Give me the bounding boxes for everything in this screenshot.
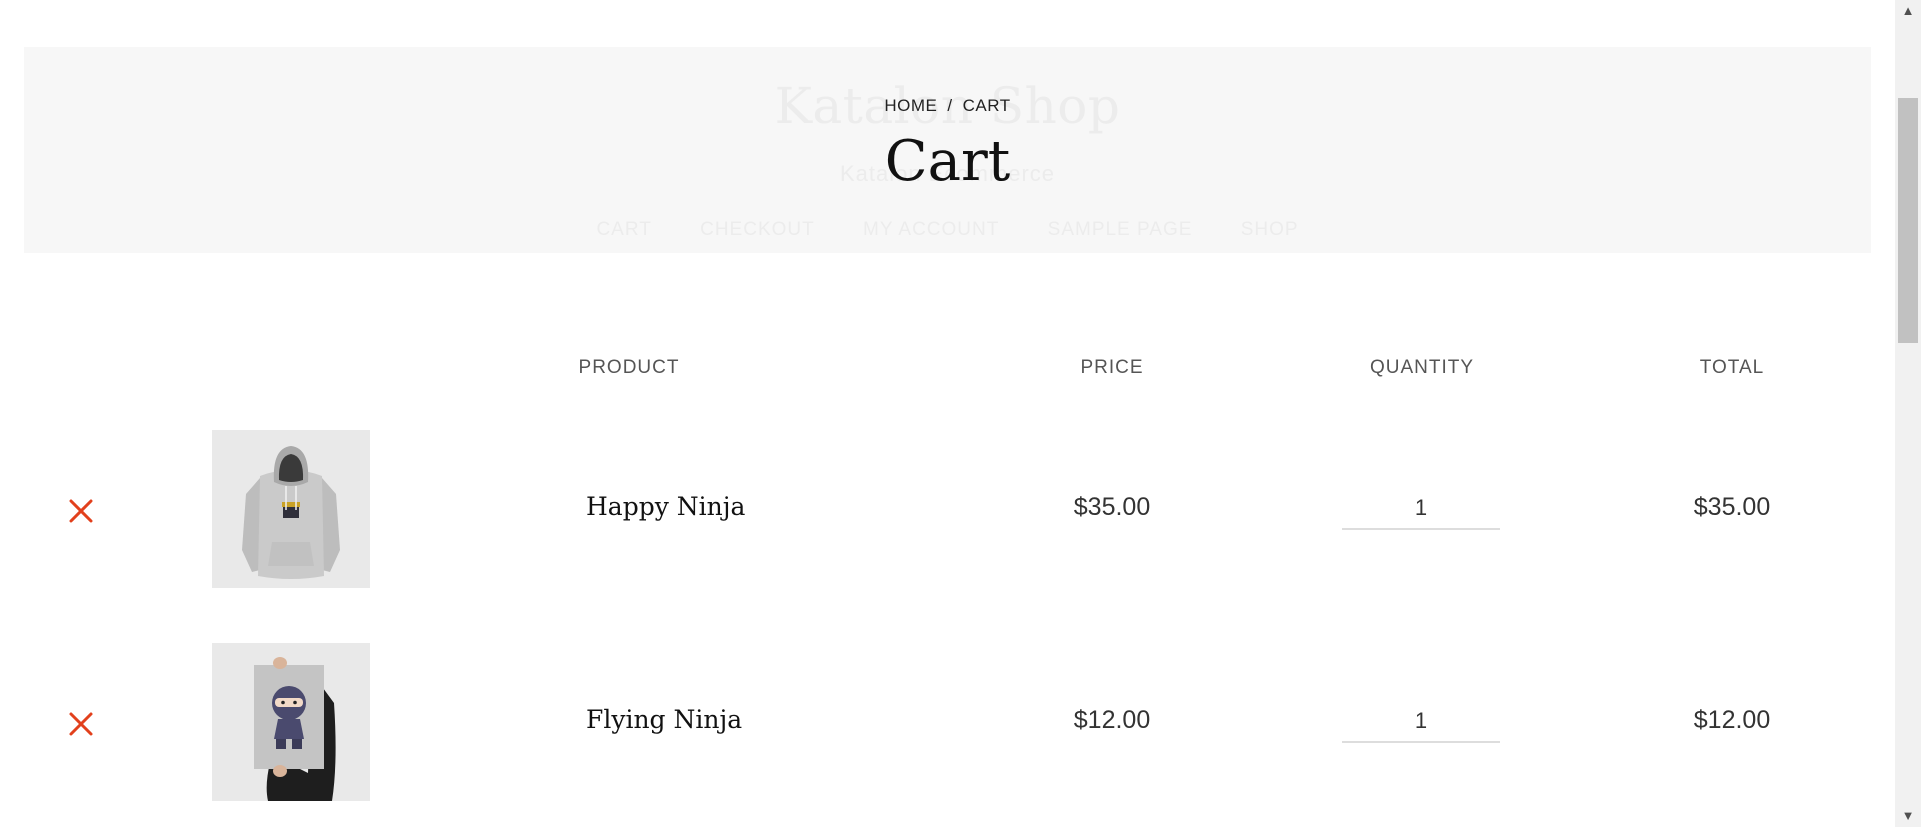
remove-item-button[interactable] [66, 709, 96, 739]
product-price: $12.00 [1073, 706, 1151, 734]
quantity-input[interactable] [1342, 488, 1500, 530]
breadcrumb-separator: / [947, 96, 953, 115]
page-title: Cart [884, 129, 1011, 194]
nav-item-my-account[interactable]: MY ACCOUNT [863, 219, 999, 241]
breadcrumb-home[interactable]: HOME [884, 96, 937, 115]
vertical-scrollbar[interactable]: ▲ ▼ [1895, 0, 1921, 827]
nav-item-shop[interactable]: SHOP [1241, 219, 1299, 241]
close-icon [69, 499, 93, 523]
product-name-link[interactable]: Happy Ninja [586, 492, 745, 521]
product-name-link[interactable]: Flying Ninja [586, 705, 742, 734]
product-thumbnail[interactable] [212, 643, 370, 801]
column-header-product: PRODUCT [578, 357, 680, 378]
main-nav: CART CHECKOUT MY ACCOUNT SAMPLE PAGE SHO… [24, 219, 1871, 241]
breadcrumb-current: CART [962, 96, 1011, 115]
nav-item-sample-page[interactable]: SAMPLE PAGE [1048, 219, 1193, 241]
remove-item-button[interactable] [66, 496, 96, 526]
product-total: $35.00 [1693, 493, 1771, 521]
product-thumbnail[interactable] [212, 430, 370, 588]
product-total: $12.00 [1693, 706, 1771, 734]
poster-image [212, 643, 370, 801]
breadcrumb: HOME / CART [24, 96, 1871, 116]
close-icon [69, 712, 93, 736]
cart-row: Flying Ninja $12.00 $12.00 [0, 643, 1880, 803]
cart-row: Happy Ninja $35.00 $35.00 [0, 430, 1880, 590]
column-header-quantity: QUANTITY [1369, 357, 1475, 378]
column-header-total: TOTAL [1699, 357, 1765, 378]
arrow-up-icon[interactable]: ▲ [1895, 0, 1921, 22]
arrow-down-icon[interactable]: ▼ [1895, 805, 1921, 827]
column-header-price: PRICE [1080, 357, 1144, 378]
hoodie-image [212, 430, 370, 588]
nav-item-cart[interactable]: CART [596, 219, 651, 241]
nav-item-checkout[interactable]: CHECKOUT [700, 219, 815, 241]
page-header: Katalon Shop Katalon Ecommerce CART CHEC… [24, 47, 1871, 253]
quantity-input[interactable] [1342, 701, 1500, 743]
scrollbar-thumb[interactable] [1898, 98, 1918, 343]
product-price: $35.00 [1073, 493, 1151, 521]
